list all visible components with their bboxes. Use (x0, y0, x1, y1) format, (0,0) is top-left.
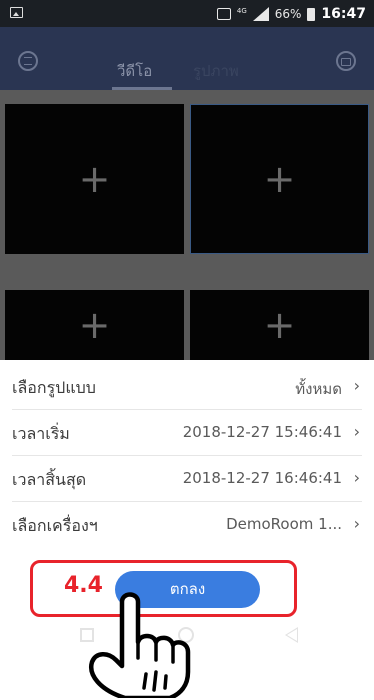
chevron-right-icon: › (353, 422, 360, 441)
add-icon: + (263, 157, 296, 201)
chevron-right-icon: › (353, 468, 360, 487)
battery-percent: 66% (274, 7, 302, 21)
filter-row-type[interactable]: เลือกรูปแบบ ทั้งหมด › (0, 364, 374, 410)
chevron-right-icon: › (353, 376, 360, 395)
filter-row-device[interactable]: เลือกเครื่องฯ DemoRoom 1... › (0, 502, 374, 548)
filter-row-start-time[interactable]: เวลาเริ่ม 2018-12-27 15:46:41 › (0, 410, 374, 456)
row-value: ทั้งหมด (295, 380, 342, 398)
pointing-hand-icon (89, 592, 191, 698)
video-cell[interactable]: + (5, 104, 184, 254)
tab-photo[interactable]: รูปภาพ (193, 59, 239, 83)
filter-row-end-time[interactable]: เวลาสิ้นสุด 2018-12-27 16:46:41 › (0, 456, 374, 502)
back-icon[interactable] (285, 627, 298, 643)
signal-icon (249, 7, 269, 21)
image-notification-icon (10, 7, 23, 18)
video-cell-selected[interactable]: + (190, 104, 369, 254)
row-value: 2018-12-27 15:46:41 (182, 423, 342, 441)
video-cell[interactable]: + (5, 290, 184, 360)
tab-video[interactable]: วีดีโอ (117, 59, 152, 83)
row-label: เวลาเริ่ม (12, 424, 70, 443)
add-icon: + (78, 303, 111, 347)
add-icon: + (78, 157, 111, 201)
row-value: 2018-12-27 16:46:41 (182, 469, 342, 487)
row-label: เวลาสิ้นสุด (12, 470, 87, 489)
status-bar: 4G 66% 16:47 (0, 0, 374, 27)
vibrate-icon (216, 8, 231, 20)
app-header: วีดีโอ รูปภาพ (0, 27, 374, 90)
video-cell[interactable]: + (190, 290, 369, 360)
chevron-right-icon: › (353, 514, 360, 533)
add-icon: + (263, 303, 296, 347)
clock: 16:47 (321, 6, 366, 22)
status-icons: 4G 66% 16:47 (216, 4, 366, 24)
row-value: DemoRoom 1... (226, 515, 342, 533)
row-label: เลือกรูปแบบ (12, 378, 96, 397)
video-grid: + + + + (0, 90, 374, 360)
menu-icon[interactable] (18, 51, 38, 71)
record-icon[interactable] (336, 51, 356, 71)
battery-icon (307, 7, 316, 21)
row-label: เลือกเครื่องฯ (12, 516, 98, 535)
network-type: 4G (236, 7, 247, 15)
